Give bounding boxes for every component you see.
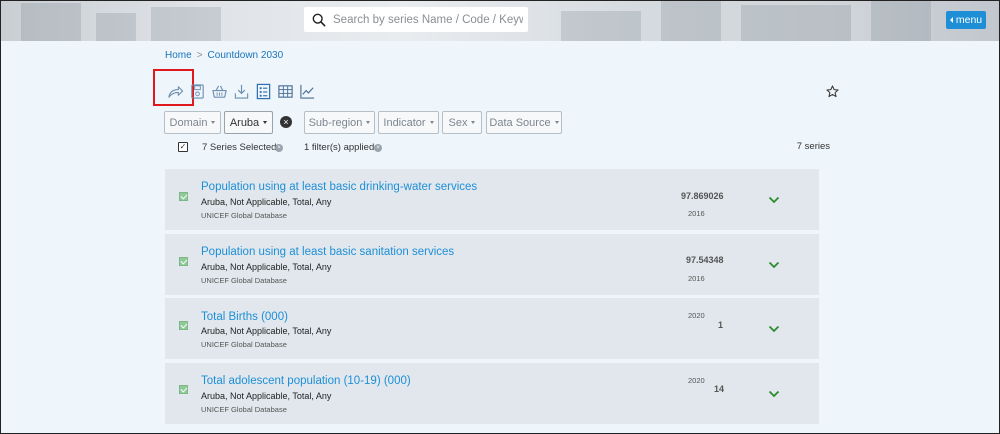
search-input[interactable] [333, 13, 523, 26]
series-value: 1 [718, 320, 724, 330]
series-source: UNICEF Global Database [201, 340, 287, 349]
series-title[interactable]: Population using at least basic sanitati… [201, 246, 454, 258]
chevron-down-icon[interactable] [768, 261, 780, 269]
series-card[interactable]: Population using at least basic sanitati… [165, 234, 819, 295]
selection-status: ✓ 7 Series Selected × 1 filter(s) applie… [178, 141, 830, 155]
series-dimensions: Aruba, Not Applicable, Total, Any [201, 391, 332, 401]
caret-down-icon [429, 121, 434, 124]
menu-button[interactable]: menu [946, 11, 986, 29]
page: menu Home > Countdown 2030 [0, 0, 1000, 434]
caret-down-icon [366, 121, 371, 124]
series-checkbox[interactable] [179, 385, 188, 394]
country-dropdown[interactable]: Aruba [224, 111, 273, 134]
search-icon [312, 13, 326, 26]
list-view-icon[interactable] [253, 81, 273, 101]
series-checkbox[interactable] [179, 192, 188, 201]
series-checkbox[interactable] [179, 257, 188, 266]
chart-view-icon[interactable] [297, 81, 317, 101]
series-card[interactable]: Total adolescent population (10-19) (000… [165, 363, 819, 424]
series-value: 14 [714, 384, 725, 394]
sex-label: Sex [448, 116, 468, 129]
subregion-dropdown[interactable]: Sub-region [304, 111, 375, 134]
series-year: 2020 [688, 311, 705, 320]
series-source: UNICEF Global Database [201, 405, 287, 414]
series-value: 97.869026 [681, 191, 724, 201]
series-selected-label: 7 Series Selected [202, 142, 277, 153]
series-title[interactable]: Total adolescent population (10-19) (000… [201, 375, 411, 387]
series-source: UNICEF Global Database [201, 211, 287, 220]
caret-down-icon [211, 121, 216, 124]
breadcrumb: Home > Countdown 2030 [165, 50, 283, 61]
table-view-icon[interactable] [275, 81, 295, 101]
clear-filters-icon[interactable]: × [374, 144, 382, 152]
caret-down-icon [263, 121, 268, 124]
series-card[interactable]: Total Births (000) Aruba, Not Applicable… [165, 298, 819, 359]
select-all-checkbox[interactable]: ✓ [178, 142, 188, 152]
series-dimensions: Aruba, Not Applicable, Total, Any [201, 197, 332, 207]
breadcrumb-current[interactable]: Countdown 2030 [208, 50, 284, 61]
clear-country-icon[interactable]: × [280, 116, 292, 128]
toolbar [165, 81, 319, 101]
search-box[interactable] [304, 7, 528, 32]
country-label: Aruba [229, 116, 260, 129]
chevron-down-icon[interactable] [768, 325, 780, 333]
save-icon[interactable] [187, 81, 207, 101]
series-value: 97.54348 [686, 255, 724, 265]
domain-dropdown[interactable]: Domain [164, 111, 221, 134]
series-year: 2016 [688, 274, 705, 283]
data-source-dropdown[interactable]: Data Source [486, 111, 562, 134]
basket-icon[interactable] [209, 81, 229, 101]
header-banner: menu [1, 1, 999, 41]
sex-dropdown[interactable]: Sex [442, 111, 482, 134]
menu-label: menu [955, 14, 983, 26]
star-icon[interactable] [826, 85, 839, 98]
clear-selection-icon[interactable]: × [275, 144, 283, 152]
caret-left-icon [949, 17, 953, 23]
caret-down-icon [471, 121, 476, 124]
indicator-label: Indicator [383, 116, 426, 129]
series-title[interactable]: Total Births (000) [201, 311, 288, 323]
series-source: UNICEF Global Database [201, 276, 287, 285]
caret-down-icon [554, 121, 559, 124]
series-count: 7 series [796, 141, 830, 152]
share-icon[interactable] [165, 81, 185, 101]
series-year: 2016 [688, 209, 705, 218]
subregion-label: Sub-region [308, 116, 363, 129]
chevron-down-icon[interactable] [768, 390, 780, 398]
breadcrumb-separator: > [196, 50, 203, 61]
series-dimensions: Aruba, Not Applicable, Total, Any [201, 262, 332, 272]
domain-label: Domain [169, 116, 208, 129]
download-icon[interactable] [231, 81, 251, 101]
series-card[interactable]: Population using at least basic drinking… [165, 169, 819, 230]
series-year: 2020 [688, 376, 705, 385]
filters-applied-label: 1 filter(s) applied [304, 142, 375, 153]
chevron-down-icon[interactable] [768, 196, 780, 204]
series-dimensions: Aruba, Not Applicable, Total, Any [201, 326, 332, 336]
series-title[interactable]: Population using at least basic drinking… [201, 181, 477, 193]
series-checkbox[interactable] [179, 321, 188, 330]
data-source-label: Data Source [489, 116, 551, 129]
breadcrumb-home[interactable]: Home [165, 50, 192, 61]
indicator-dropdown[interactable]: Indicator [378, 111, 439, 134]
